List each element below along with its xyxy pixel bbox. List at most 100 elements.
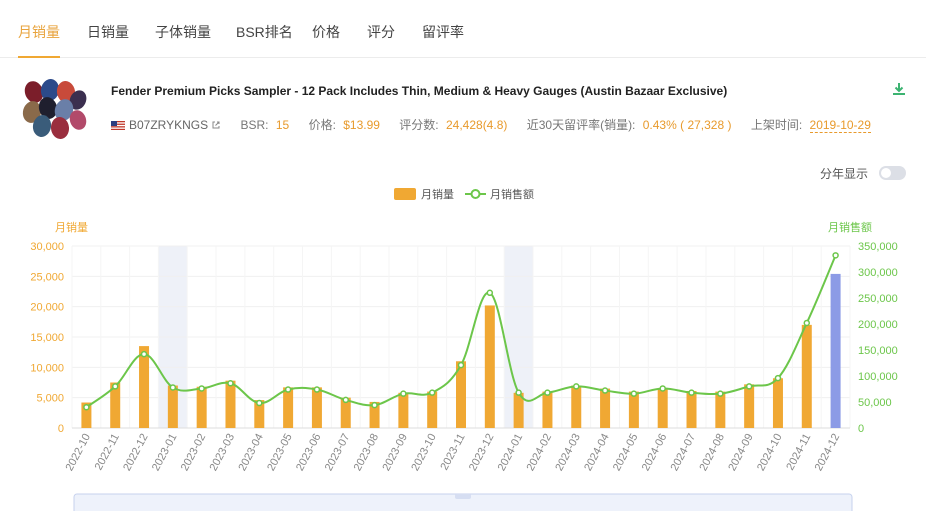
tab-monthly-sales[interactable]: 月销量 [18,22,60,42]
product-title[interactable]: Fender Premium Picks Sampler - 12 Pack I… [111,84,727,98]
left-tick-label: 30,000 [30,241,64,253]
bar-2023-06 [311,387,322,428]
download-icon[interactable] [892,82,906,96]
sales-chart: 月销量 月销售额 月销量 月销售额 0 5,000 10,000 15,000 20,0… [30,187,898,511]
left-tick-label: 25,000 [30,271,64,283]
reviews-label: 评分数: [399,118,439,132]
listed-date-value[interactable]: 2019-10-29 [809,118,871,133]
line-point-2023-04 [256,399,263,407]
tab-bsr-rank[interactable]: BSR排名 [236,22,293,42]
legend-bar-swatch [394,188,416,200]
left-tick-label: 0 [58,423,64,435]
line-point-2024-01 [515,389,522,396]
line-point-2023-02 [198,385,205,392]
left-tick-label: 15,000 [30,332,64,344]
bar-2022-12 [139,346,150,428]
x-tick-label: 2022-12 [121,432,151,473]
x-tick-label: 2023-09 [380,432,410,473]
line-point-2024-05 [630,390,638,397]
line-point-2023-06 [313,386,321,393]
x-tick-label: 2022-10 [64,432,94,473]
bar-2023-10 [427,391,438,428]
line-point-2024-06 [659,385,666,392]
legend-line-marker [470,189,481,199]
bar-2023-02 [196,386,207,428]
x-tick-label: 2024-04 [582,432,612,473]
x-tick-label: 2024-05 [611,432,641,473]
review-rate-value: 0.43% ( 27,328 ) [642,118,732,132]
x-tick-label: 2024-01 [496,432,526,473]
line-point-2024-04 [601,387,609,394]
x-tick-label: 2024-02 [525,432,555,473]
tab-daily-sales[interactable]: 日销量 [87,22,129,42]
bar-2023-05 [283,387,294,428]
listed-date-label: 上架时间: [750,118,803,132]
line-point-2022-12 [140,350,148,358]
bar-2024-07 [686,390,697,428]
external-link-icon[interactable] [211,120,221,130]
price-value: $13.99 [343,118,380,132]
line-point-2023-07 [342,396,349,404]
x-tick-label: 2024-06 [640,432,670,473]
right-tick-label: 0 [858,423,864,435]
active-tab-indicator [18,56,60,58]
left-axis-ticks: 0 5,000 10,000 15,000 20,000 25,000 30,000 [30,241,64,435]
product-thumbnail[interactable] [20,78,92,140]
left-tick-label: 20,000 [30,302,64,314]
bar-series [81,273,841,428]
line-point-2023-01 [169,384,177,391]
tab-price[interactable]: 价格 [312,22,340,42]
x-tick-label: 2023-11 [438,432,467,473]
line-point-2023-03 [227,380,234,387]
tab-rating[interactable]: 评分 [367,22,395,42]
product-summary: Fender Premium Picks Sampler - 12 Pack I… [18,74,908,144]
line-point-2022-10 [83,403,90,411]
right-tick-label: 200,000 [858,319,898,331]
tab-review-rate[interactable]: 留评率 [422,22,464,42]
left-tick-label: 5,000 [36,393,64,405]
bsr-label: BSR: [240,118,269,132]
line-point-2022-11 [111,383,119,390]
x-tick-label: 2023-10 [409,432,439,473]
x-tick-label: 2024-08 [697,432,727,473]
x-tick-label: 2023-06 [294,432,324,473]
x-axis-labels: 2022-10 2022-11 2022-12 2023-01 2023-02 2023-… [64,432,843,473]
x-tick-label: 2023-03 [208,432,238,473]
right-axis-ticks: 0 50,000 100,000 150,000 200,000 250,000 300,0… [858,241,898,435]
line-point-2024-03 [573,383,580,390]
bar-2024-08 [715,391,726,428]
bsr-value: 15 [275,118,290,132]
bar-2023-12 [484,305,495,428]
x-tick-label: 2023-05 [265,432,295,473]
tab-bar: 月销量 日销量 子体销量 BSR排名 价格 评分 留评率 [0,0,926,58]
legend-sales-label: 月销量 [421,187,454,201]
bar-2024-04 [600,388,611,428]
right-tick-label: 100,000 [858,371,898,383]
left-tick-label: 10,000 [30,362,64,374]
tab-variant-sales[interactable]: 子体销量 [155,22,211,42]
yearly-toggle[interactable] [879,166,906,180]
x-tick-label: 2023-01 [150,432,180,473]
x-tick-label: 2023-07 [323,432,353,473]
legend-revenue-label: 月销售额 [490,187,534,201]
chart-legend[interactable]: 月销量 月销售额 [394,187,534,201]
bar-2024-12 [830,273,841,428]
product-meta: B07ZRYKNGS BSR: 15 价格: $13.99 评分数: 24,42… [111,116,871,133]
line-point-2024-09 [745,383,753,390]
x-tick-label: 2023-08 [352,432,382,473]
zoom-slider-handle[interactable] [455,494,471,499]
asin[interactable]: B07ZRYKNGS [129,118,208,132]
reviews-value: 24,428(4.8) [445,118,508,132]
x-tick-label: 2024-12 [813,432,843,473]
asin-group[interactable]: B07ZRYKNGS [111,118,221,132]
us-flag-icon [111,121,125,130]
x-tick-label: 2022-11 [93,432,122,473]
line-point-2024-11 [803,319,811,327]
line-point-2024-08 [717,390,724,397]
line-point-2023-08 [371,401,378,409]
right-tick-label: 350,000 [858,241,898,253]
x-tick-label: 2024-10 [755,432,785,473]
bar-2023-01 [167,385,178,428]
right-tick-label: 250,000 [858,293,898,305]
x-tick-label: 2024-11 [784,432,813,473]
